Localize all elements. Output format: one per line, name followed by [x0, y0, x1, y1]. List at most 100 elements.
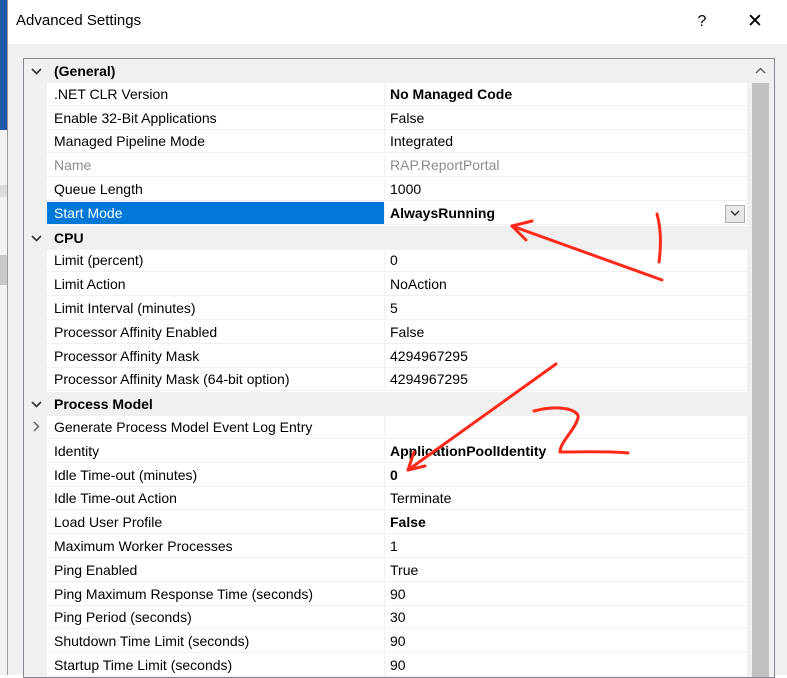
property-name[interactable]: Processor Affinity Enabled [47, 321, 385, 344]
property-name[interactable]: Generate Process Model Event Log Entry [47, 416, 385, 439]
property-value[interactable]: NoAction [385, 273, 747, 296]
property-name[interactable]: Start Mode [47, 202, 385, 225]
property-name[interactable]: Queue Length [47, 178, 385, 201]
row-gutter [24, 368, 47, 392]
property-value[interactable]: Terminate [385, 487, 747, 510]
property-row-name[interactable]: Name RAP.ReportPortal [24, 154, 747, 178]
property-name[interactable]: Load User Profile [47, 511, 385, 534]
property-value[interactable]: True [385, 559, 747, 582]
row-gutter [24, 535, 47, 559]
property-value[interactable]: No Managed Code [385, 83, 747, 106]
property-name[interactable]: .NET CLR Version [47, 83, 385, 106]
property-row-limit-interval-minutes[interactable]: Limit Interval (minutes) 5 [24, 297, 747, 321]
property-name[interactable]: Limit (percent) [47, 249, 385, 272]
property-row-ping-period-seconds[interactable]: Ping Period (seconds) 30 [24, 606, 747, 630]
property-value[interactable] [385, 416, 747, 439]
property-name[interactable]: Identity [47, 440, 385, 463]
scrollbar-thumb[interactable] [752, 83, 769, 677]
vertical-scrollbar[interactable] [747, 59, 774, 677]
property-row-maximum-worker-processes[interactable]: Maximum Worker Processes 1 [24, 535, 747, 559]
window-title: Advanced Settings [16, 12, 142, 29]
close-button[interactable]: ✕ [740, 8, 770, 36]
property-value[interactable]: False [385, 107, 747, 130]
chevron-down-icon[interactable] [28, 226, 44, 250]
advanced-settings-dialog: Advanced Settings ? ✕ (General) .NET CLR … [7, 0, 787, 678]
property-row-limit-action[interactable]: Limit Action NoAction [24, 273, 747, 297]
property-value[interactable]: RAP.ReportPortal [385, 154, 747, 177]
property-name[interactable]: Processor Affinity Mask (64-bit option) [47, 368, 385, 391]
category-label: (General) [54, 63, 116, 79]
property-name[interactable]: Maximum Worker Processes [47, 535, 385, 558]
property-name[interactable]: Limit Action [47, 273, 385, 296]
category-process-model[interactable]: Process Model [24, 392, 747, 416]
property-row-idle-time-out-minutes[interactable]: Idle Time-out (minutes) 0 [24, 464, 747, 488]
property-row-load-user-profile[interactable]: Load User Profile False [24, 511, 747, 535]
row-gutter [24, 345, 47, 369]
property-row-processor-affinity-mask[interactable]: Processor Affinity Mask 4294967295 [24, 345, 747, 369]
property-value[interactable]: 1 [385, 535, 747, 558]
row-gutter [24, 297, 47, 321]
property-row-enable-32-bit-applications[interactable]: Enable 32-Bit Applications False [24, 107, 747, 131]
chevron-right-icon[interactable] [28, 416, 44, 440]
chevron-up-icon[interactable] [747, 59, 774, 83]
property-row-ping-maximum-response-time-seconds[interactable]: Ping Maximum Response Time (seconds) 90 [24, 583, 747, 607]
category-label: CPU [54, 230, 84, 246]
property-name[interactable]: Name [47, 154, 385, 177]
property-value[interactable]: 30 [385, 606, 747, 629]
property-name[interactable]: Processor Affinity Mask [47, 345, 385, 368]
property-name[interactable]: Shutdown Time Limit (seconds) [47, 630, 385, 653]
property-value[interactable]: False [385, 511, 747, 534]
property-row-start-mode[interactable]: Start Mode AlwaysRunning [24, 202, 747, 226]
property-value[interactable]: ApplicationPoolIdentity [385, 440, 747, 463]
property-name[interactable]: Startup Time Limit (seconds) [47, 654, 385, 677]
property-row-shutdown-time-limit-seconds[interactable]: Shutdown Time Limit (seconds) 90 [24, 630, 747, 654]
property-name[interactable]: Enable 32-Bit Applications [47, 107, 385, 130]
property-name[interactable]: Idle Time-out (minutes) [47, 464, 385, 487]
property-row-generate-process-model-event-log-entry[interactable]: Generate Process Model Event Log Entry [24, 416, 747, 440]
property-row-idle-time-out-action[interactable]: Idle Time-out Action Terminate [24, 487, 747, 511]
property-name[interactable]: Ping Maximum Response Time (seconds) [47, 583, 385, 606]
property-row-processor-affinity-mask-64-bit-option[interactable]: Processor Affinity Mask (64-bit option) 4… [24, 368, 747, 392]
property-row-net-clr-version[interactable]: .NET CLR Version No Managed Code [24, 83, 747, 107]
property-row-processor-affinity-enabled[interactable]: Processor Affinity Enabled False [24, 321, 747, 345]
property-value[interactable]: 0 [385, 464, 747, 487]
chevron-down-icon[interactable] [28, 59, 44, 83]
property-value[interactable]: AlwaysRunning [385, 202, 747, 225]
property-value[interactable]: 5 [385, 297, 747, 320]
property-row-startup-time-limit-seconds[interactable]: Startup Time Limit (seconds) 90 [24, 654, 747, 677]
property-row-identity[interactable]: Identity ApplicationPoolIdentity [24, 440, 747, 464]
property-value[interactable]: 90 [385, 654, 747, 677]
category-general[interactable]: (General) [24, 59, 747, 83]
row-gutter [24, 487, 47, 511]
property-value[interactable]: Integrated [385, 130, 747, 153]
property-row-queue-length[interactable]: Queue Length 1000 [24, 178, 747, 202]
row-gutter [24, 321, 47, 345]
row-gutter [24, 83, 47, 107]
row-gutter [24, 249, 47, 273]
property-name[interactable]: Managed Pipeline Mode [47, 130, 385, 153]
category-cpu[interactable]: CPU [24, 226, 747, 250]
row-gutter [24, 654, 47, 677]
chevron-down-icon[interactable] [28, 392, 44, 416]
row-gutter [24, 273, 47, 297]
property-value[interactable]: False [385, 321, 747, 344]
property-value[interactable]: 0 [385, 249, 747, 272]
property-row-ping-enabled[interactable]: Ping Enabled True [24, 559, 747, 583]
property-name[interactable]: Limit Interval (minutes) [47, 297, 385, 320]
row-gutter [24, 511, 47, 535]
property-value[interactable]: 90 [385, 630, 747, 653]
property-value[interactable]: 1000 [385, 178, 747, 201]
property-value[interactable]: 90 [385, 583, 747, 606]
row-gutter [24, 154, 47, 178]
chevron-down-icon[interactable] [725, 205, 745, 223]
title-bar: Advanced Settings ? ✕ [8, 0, 787, 44]
property-value[interactable]: 4294967295 [385, 345, 747, 368]
property-name[interactable]: Idle Time-out Action [47, 487, 385, 510]
property-name[interactable]: Ping Period (seconds) [47, 606, 385, 629]
property-row-managed-pipeline-mode[interactable]: Managed Pipeline Mode Integrated [24, 130, 747, 154]
property-name[interactable]: Ping Enabled [47, 559, 385, 582]
property-row-limit-percent[interactable]: Limit (percent) 0 [24, 249, 747, 273]
row-gutter [24, 559, 47, 583]
property-value[interactable]: 4294967295 [385, 368, 747, 391]
help-button[interactable]: ? [688, 8, 716, 36]
